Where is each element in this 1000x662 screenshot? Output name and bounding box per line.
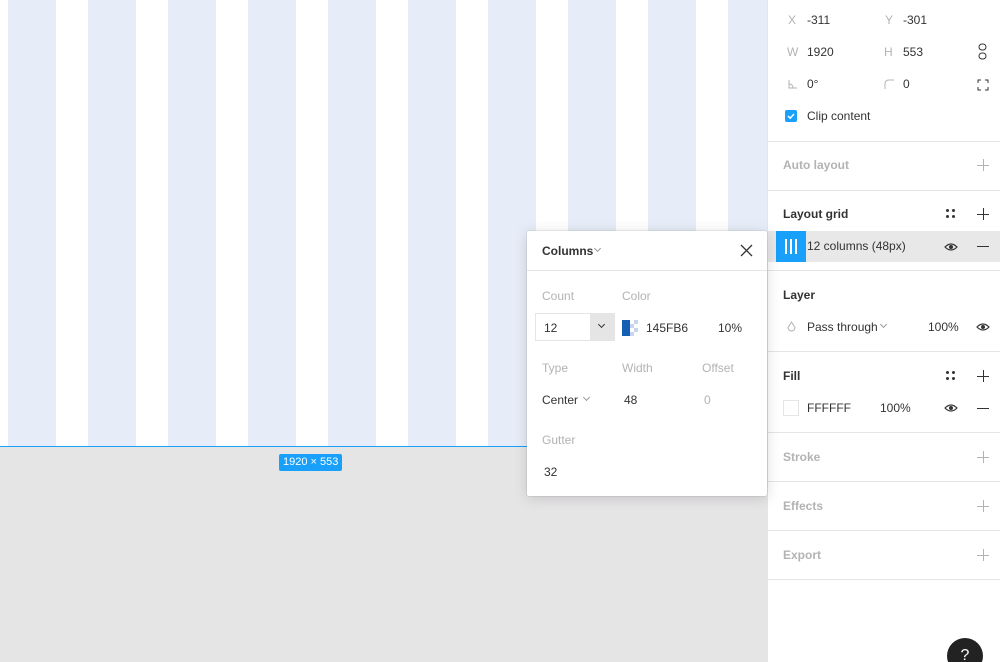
grid-column: [168, 0, 216, 446]
grid-color-hex-input[interactable]: 145FB6: [646, 321, 688, 335]
independent-corners-icon[interactable]: [977, 79, 989, 91]
columns-grid-popover: Columns Count Color 12 145FB6 10% Type W…: [527, 231, 767, 496]
divider: [768, 141, 1000, 142]
grid-column: [248, 0, 296, 446]
divider: [768, 270, 1000, 271]
grid-styles-icon[interactable]: [946, 209, 956, 219]
frame-size-badge: 1920 × 553: [279, 454, 343, 471]
grid-column: [8, 0, 56, 446]
gutter-input[interactable]: 32: [544, 465, 557, 479]
y-input[interactable]: -301: [903, 13, 927, 27]
add-effect-icon[interactable]: [977, 500, 989, 512]
divider: [768, 579, 1000, 580]
h-label: H: [884, 45, 893, 59]
fill-title: Fill: [783, 369, 801, 383]
grid-type-select[interactable]: Columns: [542, 244, 593, 258]
chevron-down-icon: [597, 320, 606, 329]
blend-mode-icon: [787, 321, 796, 332]
divider: [768, 481, 1000, 482]
w-label: W: [787, 45, 799, 59]
properties-panel: X -311 Y -301 W 1920 H 553 0° 0 Clip con…: [767, 0, 1000, 662]
corner-radius-icon: [884, 79, 894, 89]
y-label: Y: [885, 13, 894, 27]
layout-grid-label: 12 columns (48px): [807, 239, 906, 253]
clip-content-label: Clip content: [807, 109, 871, 123]
type-label: Type: [542, 361, 569, 375]
export-title: Export: [783, 548, 822, 562]
remove-layout-grid-icon[interactable]: [977, 246, 989, 247]
eye-icon[interactable]: [944, 242, 958, 252]
offset-label: Offset: [702, 361, 734, 375]
grid-color-opacity-input[interactable]: 10%: [718, 321, 742, 335]
divider: [768, 530, 1000, 531]
fill-swatch[interactable]: [783, 400, 799, 416]
grid-color-swatch[interactable]: [622, 320, 638, 336]
width-label: Width: [622, 361, 653, 375]
eye-icon[interactable]: [976, 322, 990, 332]
effects-title: Effects: [783, 499, 824, 513]
fill-opacity-input[interactable]: 100%: [880, 401, 911, 415]
width-input[interactable]: 48: [624, 393, 637, 407]
grid-column: [328, 0, 376, 446]
stroke-title: Stroke: [783, 450, 821, 464]
layer-title: Layer: [783, 288, 816, 302]
popover-header: Columns: [527, 231, 767, 271]
fill-styles-icon[interactable]: [946, 371, 956, 381]
gutter-label: Gutter: [542, 433, 576, 447]
chevron-down-icon: [593, 244, 602, 253]
constrain-proportions-icon[interactable]: [978, 43, 987, 60]
w-input[interactable]: 1920: [807, 45, 834, 59]
divider: [768, 190, 1000, 191]
add-stroke-icon[interactable]: [977, 451, 989, 463]
divider: [768, 432, 1000, 433]
count-value: 12: [544, 321, 558, 335]
rotation-input[interactable]: 0°: [807, 77, 818, 91]
count-dropdown-button[interactable]: [590, 314, 614, 340]
type-select[interactable]: Center: [542, 393, 578, 407]
remove-fill-icon[interactable]: [977, 408, 989, 409]
rotation-icon: [788, 80, 797, 89]
auto-layout-title: Auto layout: [783, 158, 849, 172]
layer-opacity-input[interactable]: 100%: [928, 320, 959, 334]
color-label: Color: [622, 289, 651, 303]
corner-radius-input[interactable]: 0: [903, 77, 910, 91]
count-label: Count: [542, 289, 575, 303]
clip-content-checkbox[interactable]: [785, 110, 797, 122]
chevron-down-icon: [879, 320, 888, 329]
blend-mode-select[interactable]: Pass through: [807, 320, 878, 334]
offset-input[interactable]: 0: [704, 393, 711, 407]
close-icon[interactable]: [740, 244, 753, 257]
add-auto-layout-icon[interactable]: [977, 159, 989, 171]
x-input[interactable]: -311: [807, 13, 830, 27]
add-fill-icon[interactable]: [977, 370, 989, 382]
grid-column: [408, 0, 456, 446]
columns-grid-icon[interactable]: [776, 231, 806, 262]
eye-icon[interactable]: [944, 403, 958, 413]
add-export-icon[interactable]: [977, 549, 989, 561]
chevron-down-icon: [582, 393, 591, 402]
h-input[interactable]: 553: [903, 45, 923, 59]
layout-grid-item[interactable]: 12 columns (48px): [768, 231, 1000, 262]
x-label: X: [788, 13, 797, 27]
count-input[interactable]: 12: [535, 313, 615, 341]
grid-column: [88, 0, 136, 446]
fill-hex-input[interactable]: FFFFFF: [807, 401, 851, 415]
divider: [768, 351, 1000, 352]
add-layout-grid-icon[interactable]: [977, 208, 989, 220]
layout-grid-title: Layout grid: [783, 207, 849, 221]
